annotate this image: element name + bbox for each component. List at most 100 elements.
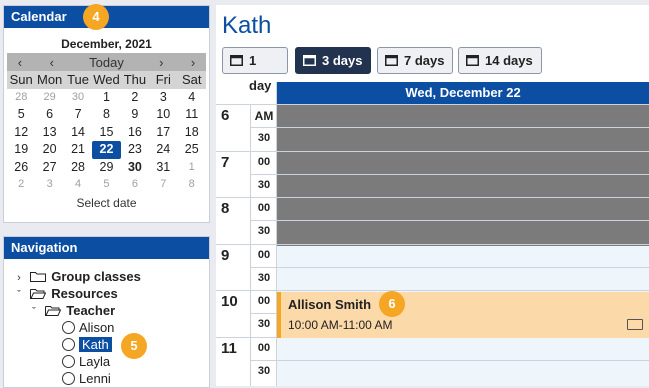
calendar-day[interactable]: 24 — [149, 141, 177, 159]
calendar-day[interactable]: 12 — [7, 124, 35, 142]
tree-label: Group classes — [51, 269, 141, 284]
calendar-day[interactable]: 5 — [92, 176, 120, 194]
view-14-days-button[interactable]: 14 days — [458, 47, 542, 74]
tree-item-resources[interactable]: ˇ Resources — [14, 285, 118, 302]
calendar-week-row: 26 27 28 29 30 31 1 — [7, 159, 206, 177]
view-7-days-button[interactable]: 7 days — [377, 47, 453, 74]
weekday-label: Sat — [177, 71, 206, 89]
calendar-day[interactable]: 1 — [92, 89, 120, 107]
radio-button[interactable] — [62, 372, 75, 385]
view-button-label: 7 days — [404, 53, 445, 68]
calendar-week-row: 12 13 14 15 16 17 18 — [7, 124, 206, 142]
calendar-day[interactable]: 2 — [7, 176, 35, 194]
calendar-day[interactable]: 16 — [121, 124, 149, 142]
prev-month-button[interactable]: ‹ — [33, 55, 71, 70]
calendar-day[interactable]: 30 — [121, 159, 149, 177]
tree-item-teacher[interactable]: ˇ Teacher — [29, 302, 115, 319]
tree-item-group-classes[interactable]: › Group classes — [14, 268, 141, 285]
calendar-day[interactable]: 8 — [178, 176, 206, 194]
radio-button[interactable] — [62, 338, 75, 351]
tree-item-kath[interactable]: Kath — [62, 336, 112, 353]
page-title: Kath — [222, 12, 272, 39]
calendar-grid: Sun Mon Tue Wed Thu Fri Sat 28 29 30 1 2 3 4 5 6 7 8 9 10 1… — [7, 71, 206, 194]
calendar-day[interactable]: 1 — [178, 159, 206, 177]
calendar-day[interactable]: 22 — [92, 141, 121, 159]
calendar-day[interactable]: 30 — [64, 89, 92, 107]
available-slot[interactable] — [277, 338, 649, 386]
calendar-day[interactable]: 31 — [149, 159, 177, 177]
tree-label: Layla — [79, 354, 111, 369]
calendar-day[interactable]: 18 — [178, 124, 206, 142]
hour-label: 10 — [221, 293, 238, 310]
calendar-day[interactable]: 8 — [92, 106, 120, 124]
calendar-day[interactable]: 23 — [121, 141, 149, 159]
half-hour-gridline — [250, 174, 649, 175]
calendar-day[interactable]: 3 — [149, 89, 177, 107]
calendar-day[interactable]: 10 — [149, 106, 177, 124]
minute-label: 30 — [257, 132, 271, 144]
booking-event[interactable]: Allison Smith 10:00 AM-11:00 AM 6 — [277, 291, 649, 338]
minute-label: 30 — [257, 365, 271, 377]
view-3-days-button[interactable]: 3 days — [295, 47, 371, 74]
weekday-label: Mon — [35, 71, 64, 89]
calendar-day[interactable]: 3 — [35, 176, 63, 194]
minute-label: 00 — [257, 295, 271, 307]
calendar-day[interactable]: 11 — [178, 106, 206, 124]
calendar-day[interactable]: 15 — [92, 124, 120, 142]
available-slot[interactable] — [277, 246, 649, 292]
folder-open-icon — [44, 306, 61, 316]
calendar-day[interactable]: 20 — [35, 141, 63, 159]
calendar-day[interactable]: 7 — [149, 176, 177, 194]
today-button[interactable]: Today — [71, 55, 143, 70]
chevron-down-icon[interactable]: ˇ — [14, 287, 24, 304]
calendar-day[interactable]: 6 — [35, 106, 63, 124]
scheduler-main: Kath 1 day 3 days 7 days 14 days Wed, De… — [216, 5, 649, 386]
radio-button[interactable] — [62, 321, 75, 334]
calendar-nav-bar: ‹ ‹ Today › › — [7, 53, 206, 71]
calendar-day[interactable]: 26 — [7, 159, 35, 177]
calendar-day[interactable]: 5 — [7, 106, 35, 124]
half-hour-gridline — [250, 127, 649, 128]
calendar-day[interactable]: 25 — [178, 141, 206, 159]
tree-item-layla[interactable]: Layla — [62, 353, 110, 370]
day-column-header[interactable]: Wed, December 22 — [277, 82, 649, 104]
tree-label: Lenni — [79, 371, 111, 386]
next-year-button[interactable]: › — [180, 55, 206, 70]
minute-label: 00 — [257, 342, 271, 354]
radio-button[interactable] — [62, 355, 75, 368]
calendar-day[interactable]: 17 — [149, 124, 177, 142]
calendar-day[interactable]: 13 — [35, 124, 63, 142]
half-hour-gridline — [250, 220, 649, 221]
view-1-day-button[interactable]: 1 day — [222, 47, 288, 93]
step-badge-6: 6 — [379, 291, 405, 317]
calendar-day[interactable]: 9 — [121, 106, 149, 124]
calendar-day[interactable]: 19 — [7, 141, 35, 159]
calendar-day[interactable]: 27 — [35, 159, 63, 177]
calendar-day[interactable]: 4 — [178, 89, 206, 107]
calendar-day[interactable]: 29 — [35, 89, 63, 107]
tree-item-lenni[interactable]: Lenni — [62, 370, 111, 387]
hour-label: 9 — [221, 247, 230, 264]
calendar-day[interactable]: 4 — [64, 176, 92, 194]
hour-label: 8 — [221, 200, 230, 217]
hour-gridline — [216, 244, 649, 245]
calendar-day[interactable]: 28 — [64, 159, 92, 177]
calendar-week-row: 5 6 7 8 9 10 11 — [7, 106, 206, 124]
calendar-day[interactable]: 29 — [92, 159, 120, 177]
next-month-button[interactable]: › — [142, 55, 180, 70]
weekday-label: Tue — [63, 71, 93, 89]
tree-item-alison[interactable]: Alison — [62, 319, 114, 336]
navigation-panel-header: Navigation — [4, 237, 209, 259]
calendar-day[interactable]: 2 — [121, 89, 149, 107]
chevron-down-icon[interactable]: ˇ — [29, 304, 39, 321]
calendar-day[interactable]: 28 — [7, 89, 35, 107]
calendar-day[interactable]: 14 — [64, 124, 92, 142]
tree-label: Resources — [51, 286, 118, 301]
calendar-panel-title: Calendar — [11, 9, 67, 24]
calendar-day[interactable]: 6 — [121, 176, 149, 194]
step-badge-4: 4 — [83, 4, 109, 30]
prev-year-button[interactable]: ‹ — [7, 55, 33, 70]
calendar-day[interactable]: 21 — [64, 141, 92, 159]
event-customer-name: Allison Smith — [288, 297, 372, 312]
calendar-day[interactable]: 7 — [64, 106, 92, 124]
